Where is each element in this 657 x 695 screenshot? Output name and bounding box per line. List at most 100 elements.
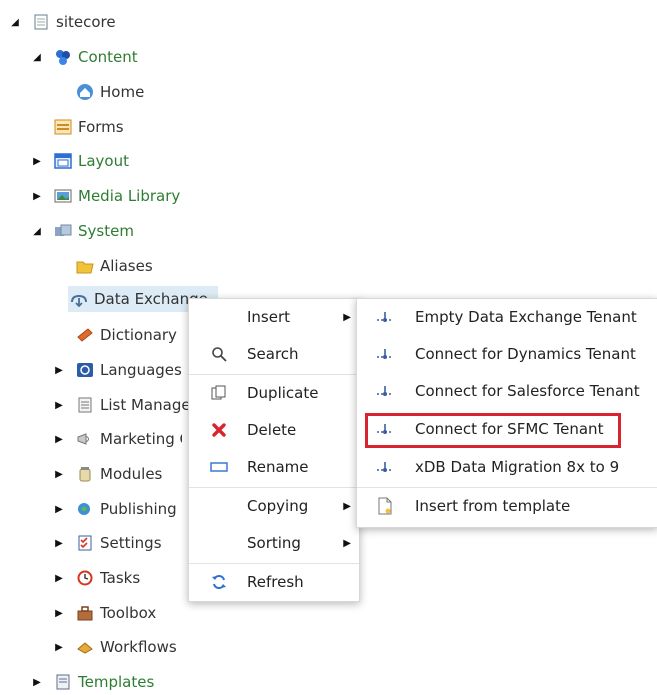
megaphone-icon	[76, 430, 94, 448]
menu-item-label: Copying	[247, 497, 309, 515]
menu-item-label: Delete	[247, 421, 297, 439]
tree-item-label: Home	[100, 83, 145, 101]
tree-item-settings[interactable]: ▶ Settings	[52, 530, 162, 556]
collapsed-arrow-icon[interactable]: ▶	[30, 154, 44, 168]
delete-icon	[209, 420, 229, 440]
menu-item-insert[interactable]: Insert ▶	[189, 300, 359, 334]
tree-item-content[interactable]: ◢ Content	[30, 44, 138, 70]
tree-item-marketing-control-panel[interactable]: ▶ Marketing Control Panel	[52, 426, 182, 452]
book-icon	[76, 326, 94, 344]
tenant-icon	[375, 307, 395, 327]
submenu-item-label: Connect for Salesforce Tenant	[415, 382, 640, 400]
tree-item-home[interactable]: Home	[52, 79, 144, 105]
page-icon	[32, 13, 50, 31]
expanded-arrow-icon[interactable]: ◢	[30, 50, 44, 64]
tree-item-sitecore[interactable]: ◢ sitecore	[8, 9, 115, 35]
tree-item-languages[interactable]: ▶ Languages	[52, 357, 182, 383]
tree-item-media-library[interactable]: ▶ Media Library	[30, 183, 180, 209]
home-icon	[76, 83, 94, 101]
tree-item-label: Content	[78, 48, 138, 66]
collapsed-arrow-icon[interactable]: ▶	[30, 189, 44, 203]
list-icon	[76, 396, 94, 414]
collapsed-arrow-icon[interactable]: ▶	[52, 432, 66, 446]
submenu-item-label: Insert from template	[415, 497, 571, 515]
tree-item-label: Templates	[78, 673, 155, 691]
tree-item-label: Toolbox	[100, 604, 157, 622]
submenu-item-label: Connect for SFMC Tenant	[415, 420, 604, 438]
submenu-item-connect-salesforce-tenant[interactable]: Connect for Salesforce Tenant	[357, 374, 657, 408]
collapsed-arrow-icon[interactable]: ▶	[30, 675, 44, 689]
tree-item-workflows[interactable]: ▶ Workflows	[52, 634, 177, 660]
menu-item-delete[interactable]: Delete	[189, 413, 359, 447]
menu-item-label: Refresh	[247, 573, 304, 591]
collapsed-arrow-icon[interactable]: ▶	[52, 606, 66, 620]
expanded-arrow-icon[interactable]: ◢	[30, 224, 44, 238]
submenu-arrow-icon: ▶	[343, 537, 351, 549]
menu-item-sorting[interactable]: Sorting ▶	[189, 526, 359, 560]
tree-item-list-manager[interactable]: ▶ List Manager	[52, 392, 188, 418]
tree-item-modules[interactable]: ▶ Modules	[52, 461, 162, 487]
tree-item-toolbox[interactable]: ▶ Toolbox	[52, 600, 156, 626]
refresh-icon	[209, 572, 229, 592]
menu-item-rename[interactable]: Rename	[189, 450, 359, 484]
collapsed-arrow-icon[interactable]: ▶	[52, 467, 66, 481]
templates-icon	[54, 673, 72, 691]
tree-item-templates[interactable]: ▶ Templates	[30, 669, 154, 695]
submenu-item-connect-dynamics-tenant[interactable]: Connect for Dynamics Tenant	[357, 337, 657, 371]
menu-item-search[interactable]: Search	[189, 337, 359, 371]
rename-icon	[209, 457, 229, 477]
tree-item-system[interactable]: ◢ System	[30, 218, 134, 244]
submenu-item-insert-from-template[interactable]: Insert from template	[357, 489, 657, 523]
forms-icon	[54, 118, 72, 136]
search-icon	[209, 344, 229, 364]
menu-item-refresh[interactable]: Refresh	[189, 565, 359, 599]
menu-separator	[357, 487, 657, 488]
menu-item-label: Rename	[247, 458, 309, 476]
tree-item-label: Languages	[100, 361, 182, 379]
jar-icon	[76, 465, 94, 483]
collapsed-arrow-icon[interactable]: ▶	[52, 502, 66, 516]
duplicate-icon	[209, 383, 229, 403]
tenant-icon	[375, 419, 395, 439]
template-icon	[375, 496, 395, 516]
submenu-arrow-icon: ▶	[343, 311, 351, 323]
tree-item-label: Workflows	[100, 638, 177, 656]
collapsed-arrow-icon[interactable]: ▶	[52, 536, 66, 550]
tree-item-label: Settings	[100, 534, 162, 552]
tree-item-label: Forms	[78, 118, 124, 136]
tree-item-label: System	[78, 222, 134, 240]
menu-separator	[189, 374, 359, 375]
collapsed-arrow-icon[interactable]: ▶	[52, 571, 66, 585]
media-icon	[54, 187, 72, 205]
tree-item-layout[interactable]: ▶ Layout	[30, 148, 129, 174]
content-icon	[54, 48, 72, 66]
submenu-item-label: Connect for Dynamics Tenant	[415, 345, 636, 363]
collapsed-arrow-icon[interactable]: ▶	[52, 398, 66, 412]
tree-item-aliases[interactable]: Aliases	[52, 253, 153, 279]
submenu-item-empty-data-exchange-tenant[interactable]: Empty Data Exchange Tenant	[357, 300, 657, 334]
tree-item-publishing-targets[interactable]: ▶ Publishing targets	[52, 496, 176, 522]
submenu-item-connect-sfmc-tenant[interactable]: Connect for SFMC Tenant	[357, 412, 657, 446]
submenu-item-xdb-data-migration[interactable]: xDB Data Migration 8x to 9	[357, 450, 657, 484]
tree-item-label: List Manager	[100, 396, 188, 414]
tree-item-label: Modules	[100, 465, 163, 483]
submenu-item-label: Empty Data Exchange Tenant	[415, 308, 637, 326]
tree-item-forms[interactable]: Forms	[30, 114, 124, 140]
tree-item-label: Marketing Control Panel	[100, 430, 182, 448]
tree-item-dictionary[interactable]: Dictionary	[52, 322, 177, 348]
menu-item-label: Insert	[247, 308, 291, 326]
data-exchange-icon	[70, 290, 88, 308]
menu-separator	[189, 487, 359, 488]
tree-item-label: Tasks	[100, 569, 141, 587]
menu-item-label: Duplicate	[247, 384, 319, 402]
collapsed-arrow-icon[interactable]: ▶	[52, 363, 66, 377]
expanded-arrow-icon[interactable]: ◢	[8, 15, 22, 29]
tenant-icon	[375, 344, 395, 364]
folder-icon	[76, 257, 94, 275]
menu-item-duplicate[interactable]: Duplicate	[189, 376, 359, 410]
menu-item-copying[interactable]: Copying ▶	[189, 489, 359, 523]
collapsed-arrow-icon[interactable]: ▶	[52, 640, 66, 654]
layout-icon	[54, 152, 72, 170]
tree-item-tasks[interactable]: ▶ Tasks	[52, 565, 140, 591]
insert-submenu: Empty Data Exchange Tenant Connect for D…	[356, 298, 657, 528]
